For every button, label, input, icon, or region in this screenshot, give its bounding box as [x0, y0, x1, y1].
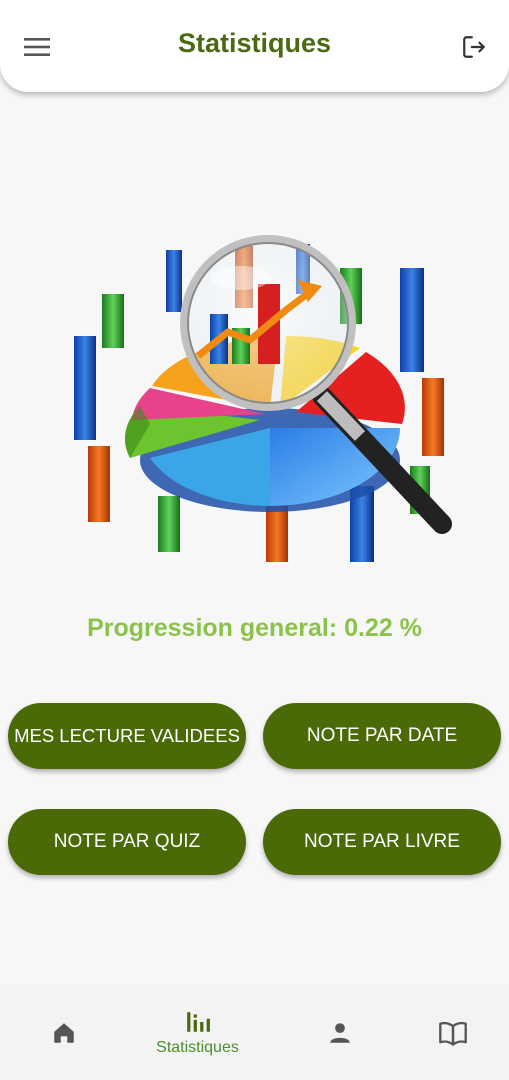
- progress-label: Progression general: 0.22 %: [87, 614, 422, 642]
- nav-item-home[interactable]: [0, 985, 127, 1080]
- validated-readings-button[interactable]: MES LECTURE VALIDEES: [8, 703, 246, 769]
- app-bar: Statistiques: [0, 0, 509, 92]
- logout-icon: [463, 36, 485, 58]
- grade-by-date-button[interactable]: NOTE PAR DATE: [263, 703, 501, 769]
- statistics-magnifier-illustration: [74, 235, 452, 562]
- bar-chart-icon: [186, 1011, 210, 1032]
- nav-item-profile[interactable]: [276, 985, 403, 1080]
- bottom-navigation: Statistiques: [0, 985, 509, 1080]
- person-icon: [329, 1022, 350, 1043]
- nav-item-books[interactable]: [389, 985, 509, 1080]
- book-icon: [438, 1021, 467, 1046]
- home-icon: [53, 1022, 74, 1043]
- logout-button[interactable]: [455, 28, 493, 66]
- nav-item-statistics[interactable]: Statistiques: [134, 985, 261, 1080]
- grade-by-book-button[interactable]: NOTE PAR LIVRE: [263, 809, 501, 875]
- page-title: Statistiques: [177, 28, 332, 58]
- grade-by-quiz-button[interactable]: NOTE PAR QUIZ: [8, 809, 246, 875]
- nav-label-statistics: Statistiques: [156, 1038, 239, 1056]
